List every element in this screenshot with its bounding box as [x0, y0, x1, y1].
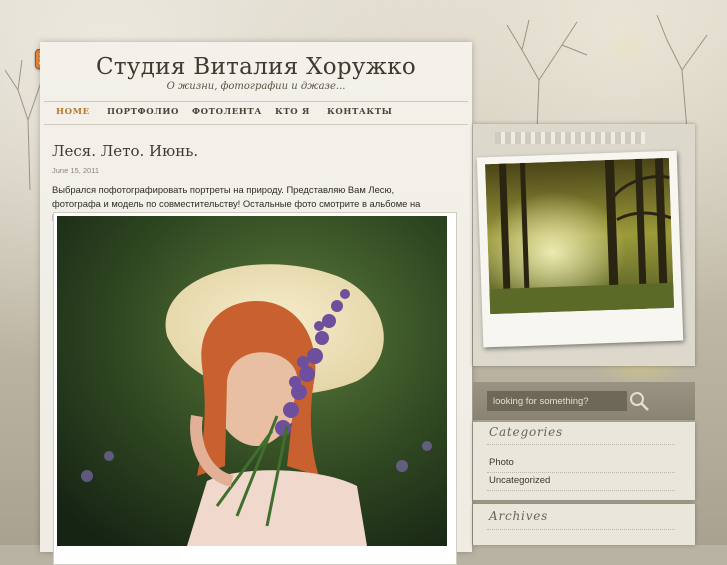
nav-item-contacts[interactable]: КОНТАКТЫ — [327, 107, 393, 117]
nav-item-photofeed[interactable]: ФОТОЛЕНТА — [192, 107, 262, 117]
search-icon[interactable] — [627, 390, 651, 412]
post-photo[interactable] — [53, 212, 457, 565]
featured-photo-widget — [473, 124, 695, 366]
featured-photo[interactable] — [476, 150, 684, 348]
search-input[interactable] — [487, 391, 627, 411]
archives-widget: Archives — [473, 504, 695, 545]
post-title[interactable]: Леся. Лето. Июнь. — [52, 142, 198, 160]
nav-item-portfolio[interactable]: ПОРТФОЛИО — [107, 107, 179, 117]
site-tagline: О жизни, фотографии и джазе... — [166, 81, 346, 92]
nav-item-home[interactable]: HOME — [56, 107, 90, 117]
content-area: Студия Виталия Хоружко О жизни, фотограф… — [40, 42, 472, 565]
archives-title: Archives — [489, 509, 549, 523]
divider — [487, 529, 675, 530]
film-strip-decoration — [495, 132, 645, 144]
categories-title: Categories — [489, 425, 563, 439]
category-link-photo[interactable]: Photo — [489, 457, 514, 468]
main-navigation: HOME ПОРТФОЛИО ФОТОЛЕНТА КТО Я КОНТАКТЫ — [44, 101, 468, 125]
divider — [487, 444, 675, 445]
divider — [487, 472, 675, 473]
divider — [487, 490, 675, 491]
categories-widget: Categories Photo Uncategorized — [473, 422, 695, 500]
nav-item-about[interactable]: КТО Я — [275, 107, 310, 117]
search-bar — [473, 382, 695, 420]
tree-decoration-right — [506, 14, 708, 130]
category-link-uncategorized[interactable]: Uncategorized — [489, 475, 550, 486]
site-title[interactable]: Студия Виталия Хоружко — [40, 54, 472, 80]
post-date: June 15, 2011 — [52, 166, 99, 175]
